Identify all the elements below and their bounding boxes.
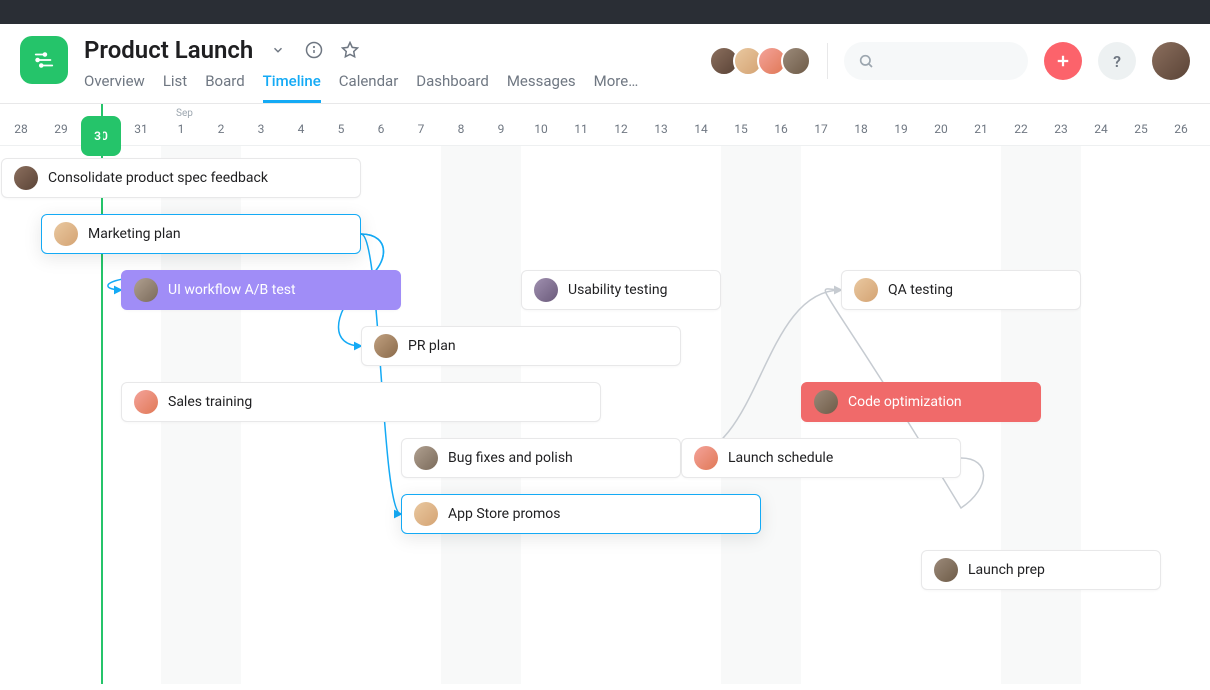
day: 9 xyxy=(498,122,505,136)
tab-more[interactable]: More… xyxy=(594,72,639,103)
view-tabs: Overview List Board Timeline Calendar Da… xyxy=(84,72,638,103)
chevron-down-icon xyxy=(271,43,285,57)
project-icon xyxy=(20,36,68,84)
tab-messages[interactable]: Messages xyxy=(507,72,576,103)
assignee-avatar xyxy=(374,334,398,358)
task-usability[interactable]: Usability testing xyxy=(521,270,721,310)
day: 12 xyxy=(614,122,628,136)
task-qa[interactable]: QA testing xyxy=(841,270,1081,310)
task-pr[interactable]: PR plan xyxy=(361,326,681,366)
project-members[interactable] xyxy=(715,46,811,76)
day: 3 xyxy=(258,122,265,136)
day: 16 xyxy=(774,122,788,136)
assignee-avatar xyxy=(414,502,438,526)
project-title: Product Launch xyxy=(84,36,253,64)
avatar xyxy=(781,46,811,76)
month-label: Sep xyxy=(176,108,193,119)
assignee-avatar xyxy=(134,390,158,414)
global-topbar xyxy=(0,0,1210,24)
task-label: QA testing xyxy=(888,282,953,298)
day: 8 xyxy=(458,122,465,136)
task-label: Code optimization xyxy=(848,394,962,410)
assignee-avatar xyxy=(54,222,78,246)
assignee-avatar xyxy=(694,446,718,470)
day: 31 xyxy=(134,122,148,136)
day: 19 xyxy=(894,122,908,136)
roadmap-icon xyxy=(33,49,55,71)
task-label: Marketing plan xyxy=(88,226,181,242)
day: 28 xyxy=(14,122,28,136)
task-label: UI workflow A/B test xyxy=(168,282,296,298)
divider xyxy=(827,43,828,79)
day: 21 xyxy=(974,122,988,136)
task-label: Usability testing xyxy=(568,282,667,298)
task-label: Sales training xyxy=(168,394,252,410)
assignee-avatar xyxy=(14,166,38,190)
project-header: Product Launch Overview List Board Timel… xyxy=(0,24,1210,104)
day: 6 xyxy=(378,122,385,136)
task-consolidate[interactable]: Consolidate product spec feedback xyxy=(1,158,361,198)
task-label: App Store promos xyxy=(448,506,561,522)
day: 13 xyxy=(654,122,668,136)
project-dropdown[interactable] xyxy=(267,39,289,61)
add-button[interactable] xyxy=(1044,42,1082,80)
info-icon xyxy=(305,41,323,59)
tab-overview[interactable]: Overview xyxy=(84,72,145,103)
search-input[interactable] xyxy=(844,42,1028,80)
day: 20 xyxy=(934,122,948,136)
favorite-button[interactable] xyxy=(339,39,361,61)
user-avatar[interactable] xyxy=(1152,42,1190,80)
day: 11 xyxy=(574,122,588,136)
task-label: Consolidate product spec feedback xyxy=(48,170,268,186)
day: 10 xyxy=(534,122,548,136)
assignee-avatar xyxy=(534,278,558,302)
task-appstore[interactable]: App Store promos xyxy=(401,494,761,534)
help-button[interactable]: ? xyxy=(1098,42,1136,80)
task-uiab[interactable]: UI workflow A/B test xyxy=(121,270,401,310)
day: 15 xyxy=(734,122,748,136)
search-icon xyxy=(858,53,874,69)
task-sales[interactable]: Sales training xyxy=(121,382,601,422)
day: 5 xyxy=(338,122,345,136)
project-info-button[interactable] xyxy=(303,39,325,61)
task-label: PR plan xyxy=(408,338,456,354)
day: 4 xyxy=(298,122,305,136)
day: 25 xyxy=(1134,122,1148,136)
assignee-avatar xyxy=(414,446,438,470)
plus-icon xyxy=(1054,52,1072,70)
day: 26 xyxy=(1174,122,1188,136)
task-bugfixes[interactable]: Bug fixes and polish xyxy=(401,438,681,478)
tab-board[interactable]: Board xyxy=(205,72,244,103)
day: 14 xyxy=(694,122,708,136)
task-label: Bug fixes and polish xyxy=(448,450,573,466)
day: 24 xyxy=(1094,122,1108,136)
task-canvas[interactable]: Consolidate product spec feedback Marketi… xyxy=(0,146,1210,684)
tab-list[interactable]: List xyxy=(163,72,187,103)
day: 18 xyxy=(854,122,868,136)
assignee-avatar xyxy=(934,558,958,582)
tab-calendar[interactable]: Calendar xyxy=(339,72,399,103)
assignee-avatar xyxy=(814,390,838,414)
star-icon xyxy=(341,41,359,59)
task-label: Launch schedule xyxy=(728,450,833,466)
day: 17 xyxy=(814,122,828,136)
day: 23 xyxy=(1054,122,1068,136)
task-label: Launch prep xyxy=(968,562,1045,578)
task-marketing[interactable]: Marketing plan xyxy=(41,214,361,254)
assignee-avatar xyxy=(854,278,878,302)
day: 2 xyxy=(218,122,225,136)
day: 29 xyxy=(54,122,68,136)
day: 22 xyxy=(1014,122,1028,136)
task-launchsched[interactable]: Launch schedule xyxy=(681,438,961,478)
assignee-avatar xyxy=(134,278,158,302)
date-ruler: 2829303112345678910111213141516171819202… xyxy=(0,104,1210,146)
timeline-view: 2829303112345678910111213141516171819202… xyxy=(0,104,1210,684)
day: 1 xyxy=(178,122,185,136)
tab-timeline[interactable]: Timeline xyxy=(263,72,321,103)
tab-dashboard[interactable]: Dashboard xyxy=(416,72,489,103)
day: 7 xyxy=(418,122,425,136)
task-codeopt[interactable]: Code optimization xyxy=(801,382,1041,422)
task-launchprep[interactable]: Launch prep xyxy=(921,550,1161,590)
